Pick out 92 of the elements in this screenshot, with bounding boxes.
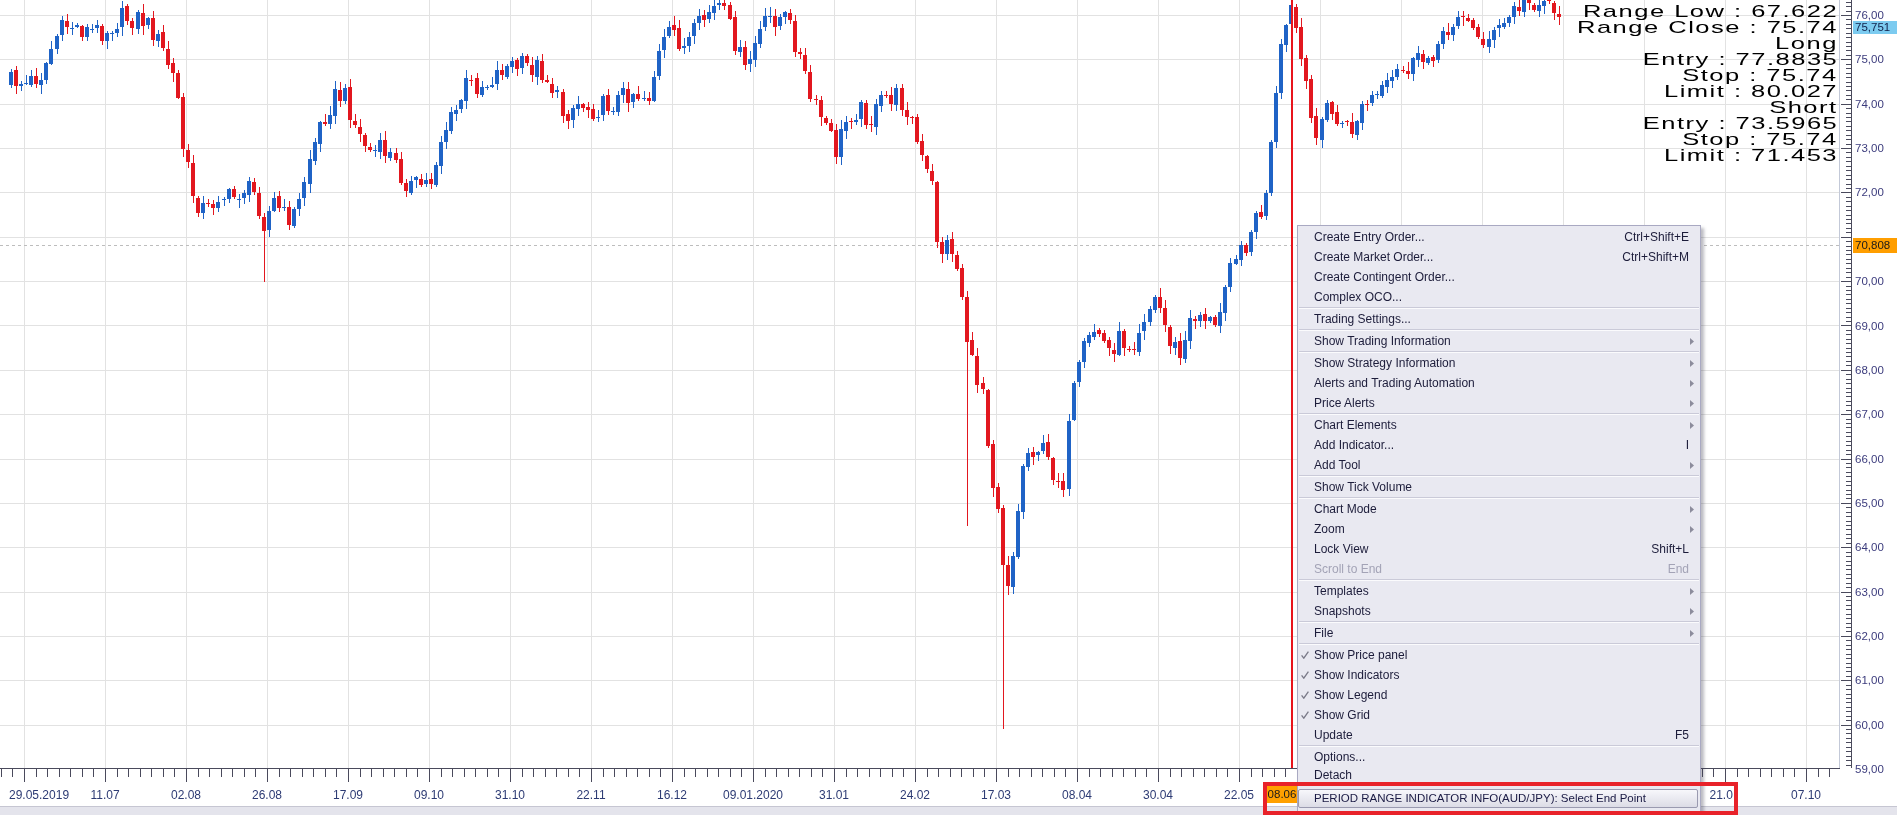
menu-item[interactable]: Add Tool <box>1298 455 1700 475</box>
menu-item[interactable]: Complex OCO... <box>1298 287 1700 307</box>
menu-item[interactable]: Chart Elements <box>1298 415 1700 435</box>
date-label: 17.09 <box>333 788 363 802</box>
range-info-text: Range Low : 67.622 <box>1582 4 1838 20</box>
menu-item[interactable]: Price Alerts <box>1298 393 1700 413</box>
cursor-price-label: 70,808 <box>1853 237 1897 253</box>
menu-item[interactable]: Lock View Shift+L <box>1298 539 1700 559</box>
menu-item[interactable]: Options... <box>1298 747 1700 767</box>
date-label: 29.05.2019 <box>9 788 70 802</box>
price-label: 68,00 <box>1855 363 1884 376</box>
price-label: 75,00 <box>1855 53 1884 66</box>
date-label: 31.10 <box>495 788 525 802</box>
last-price-label: 75,751 <box>1853 21 1897 35</box>
right-triangle-icon <box>1690 421 1694 429</box>
menu-item[interactable]: Create Market Order... Ctrl+Shift+M <box>1298 247 1700 267</box>
right-triangle-icon <box>1690 359 1694 367</box>
menu-item[interactable]: Zoom <box>1298 519 1700 539</box>
right-triangle-icon <box>1690 399 1694 407</box>
price-label: 66,00 <box>1855 452 1884 465</box>
menu-item[interactable]: Trading Settings... <box>1298 309 1700 329</box>
date-label: 26.08 <box>252 788 282 802</box>
menu-item[interactable]: Templates <box>1298 581 1700 601</box>
menu-item[interactable]: Show Grid <box>1298 705 1700 725</box>
right-triangle-icon <box>1690 607 1694 615</box>
range-info-text: Stop : 75.74 <box>1682 132 1838 148</box>
date-label: 22.05 <box>1224 788 1254 802</box>
range-info-text: Range Close : 75.74 <box>1577 20 1838 36</box>
menu-item[interactable]: Detach <box>1298 767 1700 782</box>
price-label: 73,00 <box>1855 142 1884 155</box>
right-triangle-icon <box>1690 379 1694 387</box>
menu-item[interactable]: Create Contingent Order... <box>1298 267 1700 287</box>
date-label: 16.12 <box>657 788 687 802</box>
shortcut-text: I <box>1685 438 1689 452</box>
price-label: 59,00 <box>1855 762 1884 775</box>
date-label: 02.08 <box>171 788 201 802</box>
menu-item[interactable]: Show Tick Volume <box>1298 477 1700 497</box>
price-label: 67,00 <box>1855 408 1884 421</box>
menu-item[interactable]: Show Legend <box>1298 685 1700 705</box>
shortcut-text: F5 <box>1675 728 1689 742</box>
shortcut-text: End <box>1667 562 1689 576</box>
range-info-text: Limit : 80.027 <box>1663 84 1838 100</box>
range-info-text: Stop : 75.74 <box>1682 68 1838 84</box>
range-info-text: Short <box>1769 100 1838 116</box>
price-label: 60,00 <box>1855 718 1884 731</box>
menu-item[interactable]: Snapshots <box>1298 601 1700 621</box>
price-label: 70,00 <box>1855 275 1884 288</box>
date-label: 21.0 <box>1709 788 1733 802</box>
shortcut-text: Ctrl+Shift+E <box>1624 230 1689 244</box>
menu-item[interactable]: Add Indicator... I <box>1298 435 1700 455</box>
price-label: 69,00 <box>1855 319 1884 332</box>
menu-item[interactable]: Create Entry Order... Ctrl+Shift+E <box>1298 227 1700 247</box>
date-label: 11.07 <box>90 788 120 802</box>
price-label: 62,00 <box>1855 629 1884 642</box>
price-label: 61,00 <box>1855 674 1884 687</box>
menu-item[interactable]: Show Price panel <box>1298 645 1700 665</box>
price-label: 64,00 <box>1855 541 1884 554</box>
menu-item[interactable]: Show Indicators <box>1298 665 1700 685</box>
range-info-text: Long <box>1775 36 1838 52</box>
date-label: 30.04 <box>1143 788 1173 802</box>
menu-item[interactable]: Alerts and Trading Automation <box>1298 373 1700 393</box>
hint-bar: PERIOD RANGE INDICATOR INFO(AUD/JPY): Select End Point <box>1298 789 1698 808</box>
date-label: 17.03 <box>981 788 1011 802</box>
date-label: 24.02 <box>900 788 930 802</box>
date-label: 31.01 <box>819 788 849 802</box>
right-triangle-icon <box>1690 629 1694 637</box>
range-info-text: Entry : 77.8835 <box>1642 52 1838 68</box>
price-label: 72,00 <box>1855 186 1884 199</box>
shortcut-text: Ctrl+Shift+M <box>1622 250 1689 264</box>
date-label: 07.10 <box>1791 788 1821 802</box>
price-label: 65,00 <box>1855 496 1884 509</box>
date-label: 22.11 <box>576 788 606 802</box>
cursor-date-label: 08.06 <box>1267 786 1297 803</box>
right-triangle-icon <box>1690 461 1694 469</box>
range-info-text: Entry : 73.5965 <box>1642 116 1838 132</box>
menu-item[interactable]: File <box>1298 623 1700 643</box>
date-label: 09.10 <box>414 788 444 802</box>
menu-item[interactable]: Chart Mode <box>1298 499 1700 519</box>
price-label: 76,00 <box>1855 9 1884 21</box>
date-label: 09.01.2020 <box>722 788 784 802</box>
right-triangle-icon <box>1690 587 1694 595</box>
shortcut-text: Shift+L <box>1651 542 1689 556</box>
date-label: 08.04 <box>1062 788 1092 802</box>
right-triangle-icon <box>1690 505 1694 513</box>
menu-item[interactable]: Update F5 <box>1298 725 1700 745</box>
range-info-text: Limit : 71.453 <box>1663 148 1838 164</box>
price-label: 74,00 <box>1855 97 1884 110</box>
menu-item[interactable]: Show Trading Information <box>1298 331 1700 351</box>
right-triangle-icon <box>1690 525 1694 533</box>
menu-item[interactable]: Show Strategy Information <box>1298 353 1700 373</box>
price-label: 63,00 <box>1855 585 1884 598</box>
right-triangle-icon <box>1690 337 1694 345</box>
